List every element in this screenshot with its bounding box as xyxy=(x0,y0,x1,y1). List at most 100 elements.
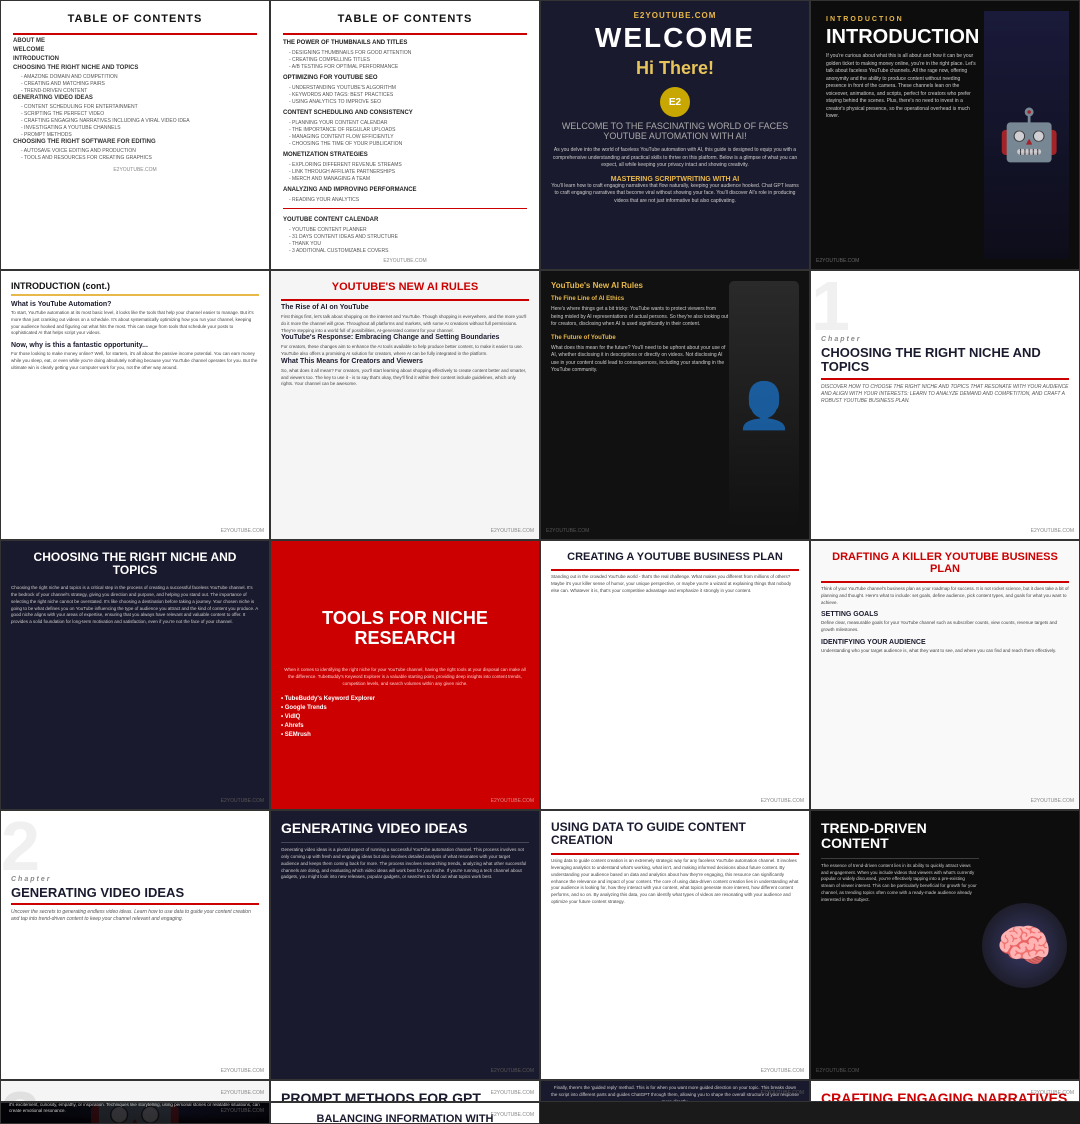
toc-item-niche: CHOOSING THE RIGHT NICHE AND TOPICS xyxy=(13,65,257,71)
yt-rules-subsection2-header: The Future of YouTube xyxy=(551,334,729,343)
cell-tools-niche-research: TOOLS FOR NICHE RESEARCH When it comes t… xyxy=(270,540,540,810)
trend-content-title: TREND-DRIVEN CONTENT xyxy=(821,821,979,852)
toc-sub-trend: - TREND-DRIVEN CONTENT xyxy=(21,88,257,94)
intro-cont-title: INTRODUCTION (cont.) xyxy=(11,281,259,296)
toc-section-seo: OPTIMIZING FOR YOUTUBE SEO xyxy=(283,75,527,81)
welcome-e2-label: E2YOUTUBE.COM xyxy=(634,11,717,20)
toc-sub-prompt: - PROMPT METHODS xyxy=(21,132,257,138)
mastering-body: You'll learn how to craft engaging narra… xyxy=(551,183,799,206)
toc-si-keywords: - KEYWORDS AND TAGS: BEST PRACTICES xyxy=(289,92,527,98)
toc-si-planner: - YOUTUBE CONTENT PLANNER xyxy=(289,227,527,233)
cell-yt-ai-rules: YOUTUBE'S NEW AI RULES The Rise of AI on… xyxy=(270,270,540,540)
yt-rules-subsection1-header: The Fine Line of AI Ethics xyxy=(551,295,729,304)
robot-icon: 🤖 xyxy=(998,106,1060,165)
yt-rules-dark-title: YouTube's New AI Rules xyxy=(551,281,729,290)
toc-section-monetization: MONETIZATION STRATEGIES xyxy=(283,152,527,158)
welcome-main-title: WELCOME xyxy=(595,22,755,54)
generating-ideas-title: GENERATING VIDEO IDEAS xyxy=(281,821,529,836)
website-footer-11: E2YOUTUBE.COM xyxy=(761,798,804,804)
website-footer-8: E2YOUTUBE.COM xyxy=(1031,528,1074,534)
cell-chapter-1: 1 Chapter CHOOSING THE RIGHT NICHE AND T… xyxy=(810,270,1080,540)
mastering-label: MASTERING SCRIPTWRITING WITH AI xyxy=(611,176,739,183)
e2-badge: E2 xyxy=(660,87,690,117)
chapter-2-title: GENERATING VIDEO IDEAS xyxy=(11,886,259,900)
toc-section-analyzing: ANALYZING AND IMPROVING PERFORMANCE xyxy=(283,187,527,193)
tool-item-vidiq: • VidIQ xyxy=(281,714,529,720)
yt-ai-section3-body: So, what does it all mean? For creators,… xyxy=(281,368,529,388)
toc-item-welcome: WELCOME xyxy=(13,47,257,53)
intro-body: If you're curious about what this is all… xyxy=(826,53,979,121)
cell-balancing-info: BALANCING INFORMATION WITH ENTERTAINMENT… xyxy=(270,1102,540,1124)
cell-yt-plan-cont: DRAFTING A KILLER YOUTUBE BUSINESS PLAN … xyxy=(810,540,1080,810)
toc-section-calendar: YOUTUBE CONTENT CALENDAR xyxy=(283,217,527,223)
website-footer-20: E2YOUTUBE.COM xyxy=(1031,1090,1074,1096)
website-footer-22: E2YOUTUBE.COM xyxy=(491,1112,534,1118)
yt-ai-section2-body: For creators, these changes aim to enhan… xyxy=(281,344,529,358)
toc-si-ab: - A/B TESTING FOR OPTIMAL PERFORMANCE xyxy=(289,64,527,70)
cell-ai-visual: 🤖 EMOTIONAL CONNECTION IS KEY ASPECT Emo… xyxy=(0,1102,270,1124)
yt-plan-section2: IDENTIFYING YOUR AUDIENCE xyxy=(821,639,1069,646)
yt-ai-section1-body: First things first, let's talk about sho… xyxy=(281,314,529,334)
toc-si-timing: - CHOOSING THE TIME OF YOUR PUBLICATION xyxy=(289,141,527,147)
website-footer-4: E2YOUTUBE.COM xyxy=(816,258,859,264)
website-footer-7: E2YOUTUBE.COM xyxy=(546,528,589,534)
using-data-body: Using data to guide content creation is … xyxy=(551,858,799,905)
toc-sub-scripting: - SCRIPTING THE PERFECT VIDEO xyxy=(21,111,257,117)
toc-si-uploads: - THE IMPORTANCE OF REGULAR UPLOADS xyxy=(289,127,527,133)
cell-prompt-methods-gpt: PROMPT METHODS FOR GPT The Role of Chat … xyxy=(270,1080,540,1102)
creating-yt-plan-title: Creating a YouTube Business Plan xyxy=(551,551,799,563)
intro-cont-section2-body: For those looking to make money online? … xyxy=(11,351,259,371)
creating-yt-plan-body: Standing out in the crowded YouTube worl… xyxy=(551,574,799,594)
intro-cont-section1-body: To start, YouTube automation at its most… xyxy=(11,310,259,337)
website-footer-9: E2YOUTUBE.COM xyxy=(221,798,264,804)
website-footer-12: E2YOUTUBE.COM xyxy=(1031,798,1074,804)
toc-title-1: TABLE OF CONTENTS xyxy=(13,13,257,25)
cell-intro-cont: INTRODUCTION (cont.) What is YouTube Aut… xyxy=(0,270,270,540)
website-footer-16: E2YOUTUBE.COM xyxy=(816,1068,859,1074)
using-data-title: USING DATA TO GUIDE CONTENT CREATION xyxy=(551,821,799,847)
intro-eyebrow: INTRODUCTION xyxy=(826,16,979,23)
toc-si-merch: - MERCH AND MANAGING A TEAM xyxy=(289,176,527,182)
tool-item-tubebuddy: • TubeBuddy's Keyword Explorer xyxy=(281,696,529,702)
tool-item-google-trends: • Google Trends xyxy=(281,705,529,711)
yt-plan-section1-body: Define clear, measurable goals for your … xyxy=(821,620,1069,634)
cell-chapter-2: 2 Chapter GENERATING VIDEO IDEAS Uncover… xyxy=(0,810,270,1080)
yt-rules-dark-sub1: The Fine Line of AI Ethics Here's where … xyxy=(551,295,729,329)
toc-si-covers: - 3 ADDITIONAL CUSTOMIZABLE COVERS xyxy=(289,248,527,254)
website-footer-5: E2YOUTUBE.COM xyxy=(221,528,264,534)
toc-si-affiliate: - LINK THROUGH AFFILIATE PARTNERSHIPS xyxy=(289,169,527,175)
toc-si-algorithm: - UNDERSTANDING YOUTUBE'S ALGORITHM xyxy=(289,85,527,91)
website-footer-14: E2YOUTUBE.COM xyxy=(491,1068,534,1074)
cell-introduction: INTRODUCTION INTRODUCTION If you're curi… xyxy=(810,0,1080,270)
tool-item-ahrefs: • Ahrefs xyxy=(281,723,529,729)
cell-yt-rules-dark: YouTube's New AI Rules The Fine Line of … xyxy=(540,270,810,540)
toc-si-31days: - 31 DAYS CONTENT IDEAS AND STRUCTURE xyxy=(289,234,527,240)
yt-ai-section3-header: What This Means for Creators and Viewers xyxy=(281,358,529,365)
chapter-1-label: Chapter xyxy=(821,336,1069,343)
cell-table-of-contents-2: TABLE OF CONTENTS THE POWER OF THUMBNAIL… xyxy=(270,0,540,270)
website-footer-15: E2YOUTUBE.COM xyxy=(761,1068,804,1074)
yt-rules-subsection2-body: What does this mean for the future? You'… xyxy=(551,345,729,375)
toc-si-designing: - DESIGNING THUMBNAILS FOR GOOD ATTENTIO… xyxy=(289,50,527,56)
intro-cont-section2-header: Now, why is this a fantastic opportunity… xyxy=(11,342,259,349)
robot-image: 🤖 xyxy=(984,11,1069,259)
website-footer-1: E2YOUTUBE.COM xyxy=(13,167,257,173)
brain-icon-bg: 🧠 xyxy=(982,903,1067,988)
cell-trend-content: TREND-DRIVEN CONTENT The essence of tren… xyxy=(810,810,1080,1080)
chapter-2-desc: Uncover the secrets to generating endles… xyxy=(11,909,259,923)
yt-ai-rules-title: YOUTUBE'S NEW AI RULES xyxy=(281,281,529,293)
intro-title: INTRODUCTION xyxy=(826,27,979,47)
toc-sub-amazon: - AMAZONE DOMAIN AND COMPETITION xyxy=(21,74,257,80)
toc-sub-investigating: - INVESTIGATING A YOUTUBE CHANNELS xyxy=(21,125,257,131)
toc-sub-content-sched: - CONTENT SCHEDULING FOR ENTERTAINMENT xyxy=(21,104,257,110)
yt-rules-dark-sub2: The Future of YouTube What does this mea… xyxy=(551,334,729,375)
tools-niche-body: When it comes to identifying the right n… xyxy=(281,666,529,688)
yt-plan-section2-body: Understanding who your target audience i… xyxy=(821,648,1069,655)
cell-creating-yt-plan: Creating a YouTube Business Plan Standin… xyxy=(540,540,810,810)
website-footer-18: E2YOUTUBE.COM xyxy=(491,1090,534,1096)
yt-plan-cont-body: Think of your YouTube channel's business… xyxy=(821,586,1069,606)
welcome-body: As you delve into the world of faceless … xyxy=(551,147,799,170)
cell-generating-ideas: GENERATING VIDEO IDEAS Generating video … xyxy=(270,810,540,1080)
website-footer-19: E2YOUTUBE.COM xyxy=(761,1090,804,1096)
cell-choosing-niche: CHOOSING THE RIGHT NICHE AND TOPICS Choo… xyxy=(0,540,270,810)
